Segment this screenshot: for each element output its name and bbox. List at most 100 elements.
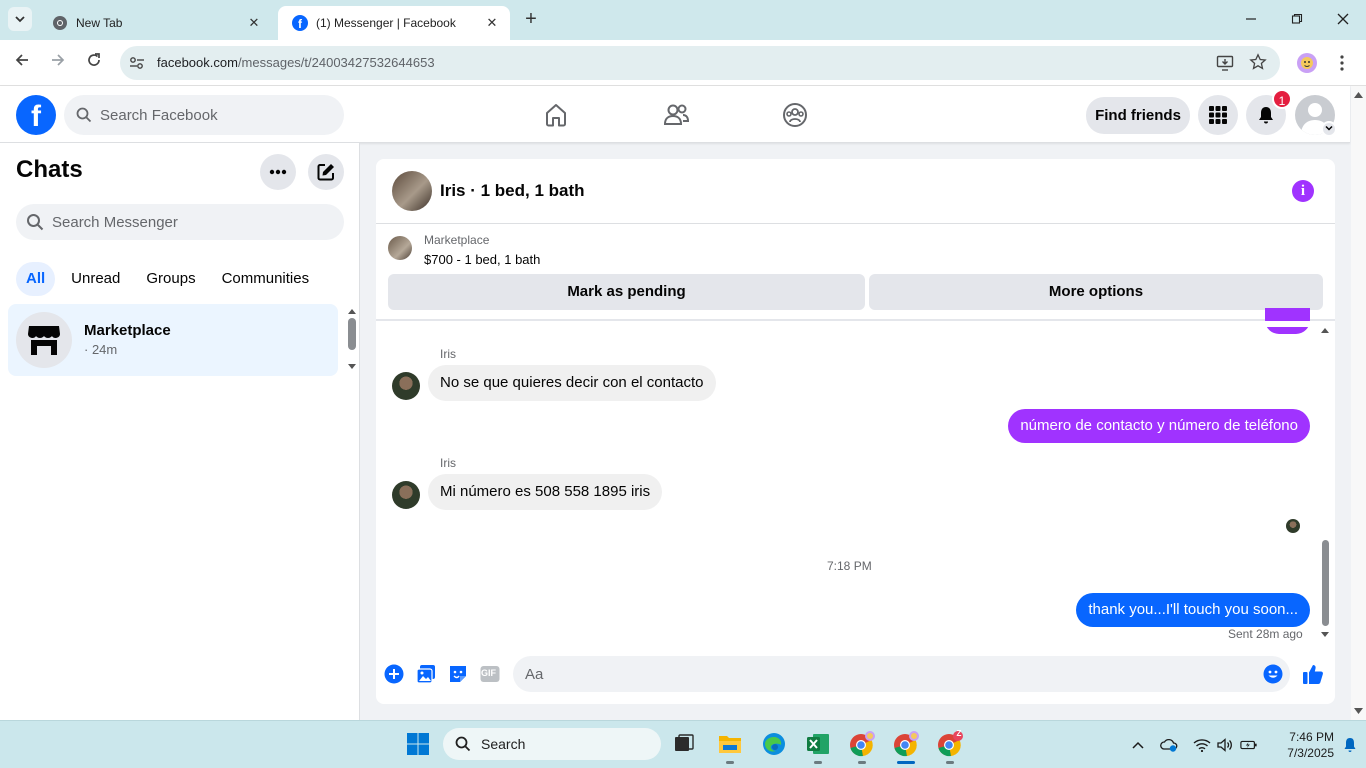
url-text[interactable]: facebook.com/messages/t/2400342753264465… [157,55,435,70]
back-button[interactable] [10,51,34,75]
tab-messenger[interactable]: f (1) Messenger | Facebook ✕ [278,6,510,40]
gif-label: GIF [481,668,496,678]
sender-name: Iris [440,347,456,361]
close-window-button[interactable] [1328,8,1358,32]
more-actions-button[interactable] [383,663,405,685]
taskbar-chrome-profile-1[interactable] [847,729,877,759]
facebook-logo[interactable]: f [16,95,56,135]
message-composer[interactable] [513,656,1290,692]
url-path: /messages/t/24003427532644653 [237,55,435,70]
header-divider [376,223,1335,224]
restore-button[interactable] [1282,8,1312,32]
message-bubble-incoming[interactable]: Mi número es 508 558 1895 iris [428,474,663,510]
more-dots-icon [269,169,287,175]
info-icon[interactable]: i [1292,180,1314,202]
tray-notifications[interactable] [1341,736,1359,754]
taskbar-chrome-profile-3[interactable]: Z [935,729,965,759]
filter-communities[interactable]: Communities [212,262,320,296]
tray-wifi[interactable] [1193,736,1211,754]
seen-receipt-avatar [1286,519,1300,533]
taskbar-task-view[interactable] [669,729,699,759]
running-indicator [858,761,866,764]
page-scrollbar[interactable] [1351,86,1366,720]
find-friends-button[interactable]: Find friends [1086,97,1190,134]
contact-avatar[interactable] [392,171,432,211]
sender-avatar[interactable] [392,372,420,400]
close-tab-icon[interactable]: ✕ [484,15,500,31]
account-chevron-icon[interactable] [1321,121,1337,137]
running-indicator [946,761,954,764]
sender-avatar[interactable] [392,481,420,509]
messages-scrollbar-thumb[interactable] [1322,540,1329,626]
taskbar-chrome-profile-2[interactable] [891,729,921,759]
site-info-icon[interactable] [128,55,146,71]
facebook-search[interactable] [64,95,344,135]
groups-icon [783,103,807,127]
speaker-icon [1217,738,1232,752]
sticker-button[interactable] [447,663,469,685]
message-bubble-incoming[interactable]: No se que quieres decir con el contacto [428,365,716,401]
conversation-title[interactable]: Iris · 1 bed, 1 bath [440,181,585,201]
reload-button[interactable] [82,51,106,75]
taskbar-edge[interactable] [759,729,789,759]
menu-button[interactable] [1198,95,1238,135]
new-tab-button[interactable]: + [520,9,542,31]
taskbar-file-explorer[interactable] [715,729,745,759]
tray-overflow-button[interactable] [1129,736,1147,754]
photo-icon [416,665,435,684]
emoji-button[interactable] [1262,663,1284,685]
new-message-button[interactable] [308,154,344,190]
tab-search-dropdown[interactable] [8,7,32,31]
listing-thumbnail[interactable] [388,236,412,260]
tray-volume[interactable] [1216,736,1234,754]
chat-name: Marketplace [84,322,171,339]
filter-all[interactable]: All [16,262,56,296]
tray-battery[interactable] [1240,736,1258,754]
taskbar-search[interactable]: Search [443,728,661,760]
nav-groups[interactable] [777,98,813,132]
minimize-button[interactable] [1236,8,1266,32]
taskbar-excel[interactable] [803,729,833,759]
wifi-icon [1193,739,1211,752]
filter-groups[interactable]: Groups [136,262,205,296]
chevron-up-icon [1132,741,1144,749]
chat-list-scrollbar[interactable] [347,309,356,369]
start-button[interactable] [403,729,433,759]
bell-icon [1344,738,1356,752]
edge-browser-icon [763,733,785,755]
listing-price-title[interactable]: $700 - 1 bed, 1 bath [424,252,540,267]
compose-icon [317,164,334,181]
like-button[interactable] [1302,663,1324,685]
mark-as-pending-button[interactable]: Mark as pending [388,274,865,310]
storefront-icon [28,326,60,355]
nav-home[interactable] [538,98,574,132]
facebook-search-input[interactable] [100,106,300,124]
chrome-icon [894,731,919,757]
chevron-down-icon [15,16,25,23]
filter-unread[interactable]: Unread [61,262,130,296]
chat-time: · 24m [84,342,118,357]
clock-date: 7/3/2025 [1287,746,1334,760]
attach-photo-button[interactable] [415,663,437,685]
taskbar-clock[interactable]: 7:46 PM 7/3/2025 [1262,729,1334,761]
forward-button[interactable] [46,51,70,75]
gif-button[interactable]: GIF [479,663,501,685]
more-options-button[interactable]: More options [869,274,1323,310]
install-app-icon[interactable] [1216,54,1234,72]
browser-menu-icon[interactable] [1336,54,1348,72]
profile-avatar-icon[interactable] [1297,53,1317,73]
message-input[interactable] [525,665,1225,683]
tab-new-tab[interactable]: New Tab ✕ [38,6,272,40]
messenger-search[interactable] [16,204,344,240]
messenger-search-input[interactable] [52,213,252,231]
nav-friends[interactable] [658,98,694,132]
tray-onedrive[interactable] [1160,736,1178,754]
bookmark-star-icon[interactable] [1249,53,1267,71]
search-icon [455,736,471,752]
close-tab-icon[interactable]: ✕ [246,15,262,31]
message-bubble-outgoing[interactable]: número de contacto y número de teléfono [1008,409,1310,443]
marketplace-label: Marketplace [424,233,490,247]
chat-options-button[interactable] [260,154,296,190]
message-bubble-outgoing[interactable]: thank you...I'll touch you soon... [1076,593,1310,627]
chrome-icon [850,731,875,757]
